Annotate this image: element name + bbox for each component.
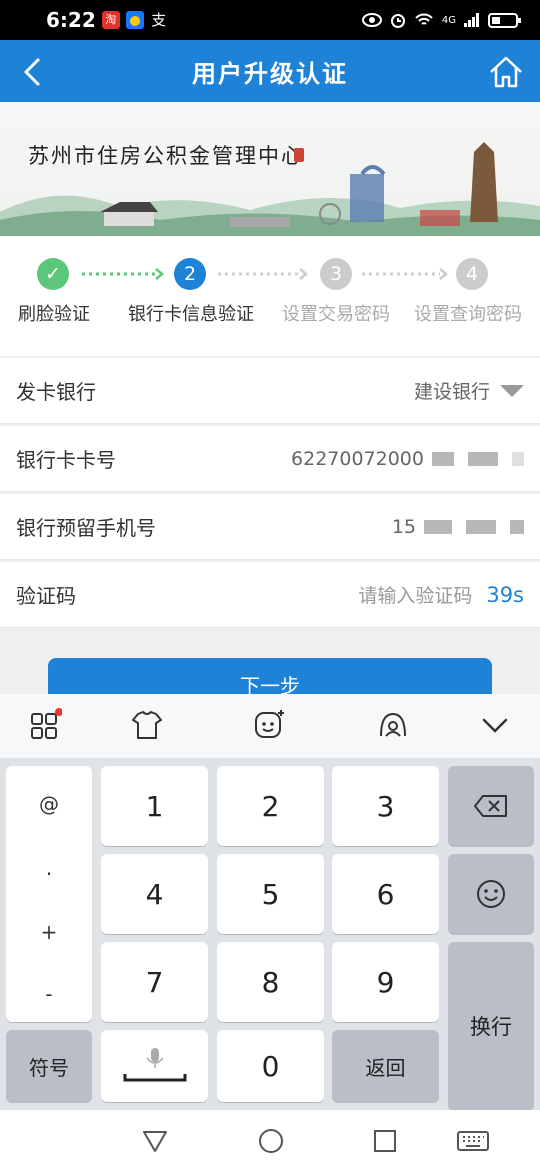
bank-select-row[interactable]: 发卡银行 建设银行: [0, 358, 540, 424]
space-voice-key[interactable]: [101, 1030, 208, 1102]
taobao-icon: 淘: [101, 11, 120, 29]
key-8[interactable]: 8: [217, 942, 324, 1022]
bank-value: 建设银行: [413, 381, 490, 403]
collapse-keyboard-icon[interactable]: [478, 708, 512, 742]
recents-square-icon[interactable]: [370, 1126, 400, 1156]
step-2-label: 银行卡信息验证: [128, 304, 254, 325]
keyboard-toolbar: [0, 694, 540, 758]
step-3-circle: 3: [320, 258, 352, 290]
card-number-row[interactable]: 银行卡卡号 62270072000: [0, 426, 540, 492]
network-type: 4G: [441, 14, 456, 26]
status-icons: 4G: [361, 12, 521, 28]
alipay-icon: 支: [151, 11, 167, 29]
back-key[interactable]: 返回: [332, 1030, 439, 1102]
progress-steps: ✓ 2 3 4 刷脸验证 银行卡信息验证 设置交易密码 设置查询密码: [0, 236, 540, 356]
key-1[interactable]: 1: [101, 766, 208, 846]
step-4-label: 设置查询密码: [414, 304, 522, 325]
home-icon[interactable]: [486, 52, 526, 92]
key-at[interactable]: @: [6, 792, 92, 816]
emoji-sticker-icon[interactable]: [252, 708, 286, 742]
backspace-icon: [474, 795, 507, 817]
masked-blur: [468, 451, 498, 466]
microphone-icon: [123, 1048, 186, 1082]
key-2[interactable]: 2: [217, 766, 324, 846]
eye-icon: [361, 13, 382, 27]
masked-blur: [424, 519, 452, 534]
countdown-timer[interactable]: 39s: [486, 583, 524, 607]
key-6[interactable]: 6: [332, 854, 439, 934]
bank-select[interactable]: 建设银行: [414, 377, 524, 404]
step-connector-3: [362, 268, 448, 280]
step-1-label: 刷脸验证: [18, 304, 90, 325]
symbols-key[interactable]: 符号: [6, 1030, 92, 1102]
key-dot[interactable]: .: [6, 856, 92, 880]
system-nav-bar: [0, 1110, 540, 1170]
code-label: 验证码: [16, 584, 76, 608]
home-circle-icon[interactable]: [256, 1126, 286, 1156]
seal-icon: [294, 148, 304, 162]
back-triangle-icon[interactable]: [140, 1126, 170, 1156]
code-placeholder: 请输入验证码: [358, 585, 473, 607]
key-9[interactable]: 9: [332, 942, 439, 1022]
step-1-check-icon: ✓: [37, 258, 69, 290]
bank-label: 发卡银行: [16, 380, 96, 404]
app-icon: [125, 11, 144, 29]
masked-blur: [432, 451, 454, 466]
enter-key[interactable]: 换行: [448, 942, 534, 1110]
backspace-key[interactable]: [448, 766, 534, 846]
banner: 苏州市住房公积金管理中心: [0, 102, 540, 236]
wifi-icon: [415, 13, 433, 25]
status-bar: 6:22 淘 支 4G: [0, 0, 540, 40]
phone-field[interactable]: 15: [392, 516, 524, 538]
key-4[interactable]: 4: [101, 854, 208, 934]
page-title: 用户升级认证: [192, 59, 348, 88]
next-button[interactable]: 下一步: [48, 658, 492, 698]
app-header: 用户升级认证: [0, 40, 540, 102]
back-icon[interactable]: [14, 52, 54, 92]
symbol-column[interactable]: @ . + -: [6, 766, 92, 1022]
dropdown-arrow-icon: [500, 384, 524, 397]
key-minus[interactable]: -: [6, 982, 92, 1006]
masked-blur: [466, 519, 496, 534]
phone-label: 银行预留手机号: [16, 516, 156, 540]
masked-blur: [510, 519, 524, 534]
key-0[interactable]: 0: [217, 1030, 324, 1102]
key-3[interactable]: 3: [332, 766, 439, 846]
numeric-keyboard: @ . + - 1 2 3 4 5 6 7 8 9 换行 符号 0 返回: [0, 758, 540, 1110]
phone-value: 15: [391, 515, 416, 538]
alarm-icon: [390, 14, 405, 28]
signal-icon: [464, 13, 479, 27]
smiley-icon: [477, 880, 505, 908]
battery-icon: [488, 12, 521, 28]
banner-title: 苏州市住房公积金管理中心: [28, 144, 304, 168]
code-field[interactable]: 请输入验证码 39s: [358, 581, 524, 608]
phone-row[interactable]: 银行预留手机号 15: [0, 494, 540, 560]
step-3-label: 设置交易密码: [282, 304, 390, 325]
skin-shirt-icon[interactable]: [130, 708, 164, 742]
step-connector-2: [218, 268, 308, 280]
voice-assistant-icon[interactable]: [376, 708, 410, 742]
card-number-label: 银行卡卡号: [16, 448, 116, 472]
step-connector-1: [82, 268, 164, 280]
step-2-circle: 2: [174, 258, 206, 290]
apps-grid-icon[interactable]: [28, 708, 62, 742]
key-7[interactable]: 7: [101, 942, 208, 1022]
status-time: 6:22: [46, 8, 96, 32]
step-4-circle: 4: [456, 258, 488, 290]
keyboard-switch-icon[interactable]: [456, 1126, 490, 1156]
card-number-value: 62270072000: [291, 447, 424, 470]
card-number-field[interactable]: 62270072000: [291, 448, 524, 470]
key-5[interactable]: 5: [217, 854, 324, 934]
emoji-key[interactable]: [448, 854, 534, 934]
key-plus[interactable]: +: [6, 920, 92, 944]
masked-blur: [512, 451, 524, 466]
code-row: 验证码 请输入验证码 39s: [0, 562, 540, 628]
